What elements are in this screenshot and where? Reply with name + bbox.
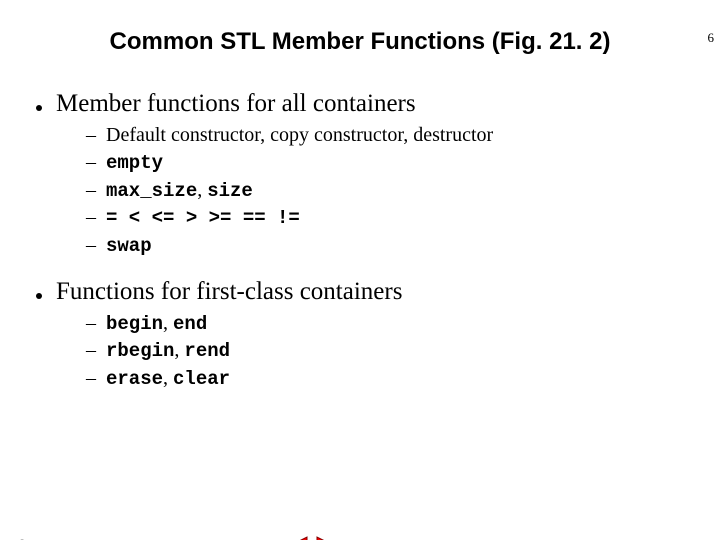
dash-icon: – — [86, 177, 96, 204]
page-number: 6 — [708, 30, 715, 46]
sub-code: clear — [173, 368, 230, 390]
sub-code: max_size — [106, 180, 197, 202]
bullet-item: Member functions for all containers — [36, 90, 720, 118]
bullet-text: Functions for first-class containers — [56, 278, 402, 306]
sub-code: begin — [106, 313, 163, 335]
bullet-dot-icon — [36, 293, 42, 299]
sub-code: erase — [106, 368, 163, 390]
separator: , — [163, 312, 173, 334]
sub-item: – empty — [86, 149, 720, 177]
sub-code: end — [173, 313, 207, 335]
sub-code: empty — [106, 151, 163, 177]
dash-icon: – — [86, 149, 96, 176]
dash-icon: – — [86, 204, 96, 231]
nav-arrows — [291, 536, 333, 540]
sub-code: rend — [184, 340, 230, 362]
sub-item: – = < <= > >= == != — [86, 204, 720, 232]
footer: © 2003 Prentice Hall, Inc. All rights re… — [18, 536, 333, 540]
slide-title: Common STL Member Functions (Fig. 21. 2) — [0, 28, 720, 56]
separator: , — [174, 339, 184, 361]
sub-text: Default constructor, copy constructor, d… — [106, 122, 493, 149]
dash-icon: – — [86, 365, 96, 392]
dash-icon: – — [86, 122, 96, 149]
separator: , — [197, 179, 207, 201]
dash-icon: – — [86, 232, 96, 259]
sub-code: swap — [106, 234, 152, 260]
sub-item: – swap — [86, 232, 720, 260]
sub-item: – rbegin, rend — [86, 337, 720, 365]
content-area: Member functions for all containers – De… — [36, 90, 720, 392]
sub-item: – Default constructor, copy constructor,… — [86, 122, 720, 149]
dash-icon: – — [86, 310, 96, 337]
separator: , — [163, 367, 173, 389]
sublist: – Default constructor, copy constructor,… — [86, 122, 720, 260]
sub-code: rbegin — [106, 340, 174, 362]
sub-code: = < <= > >= == != — [106, 206, 300, 232]
next-arrow-icon[interactable] — [315, 536, 333, 540]
dash-icon: – — [86, 337, 96, 364]
bullet-dot-icon — [36, 105, 42, 111]
bullet-item: Functions for first-class containers — [36, 278, 720, 306]
bullet-text: Member functions for all containers — [56, 90, 416, 118]
sub-code: size — [207, 180, 253, 202]
prev-arrow-icon[interactable] — [291, 536, 309, 540]
sublist: – begin, end – rbegin, rend – erase, cle… — [86, 310, 720, 393]
sub-item: – erase, clear — [86, 365, 720, 393]
sub-item: – max_size, size — [86, 177, 720, 205]
sub-item: – begin, end — [86, 310, 720, 338]
